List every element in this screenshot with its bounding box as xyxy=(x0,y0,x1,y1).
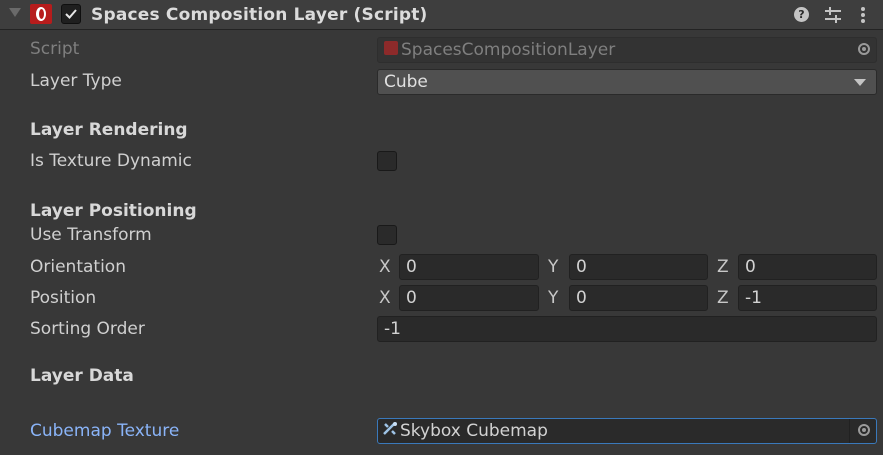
object-picker-icon[interactable] xyxy=(858,424,870,436)
layer-type-label: Layer Type xyxy=(30,71,122,91)
orientation-label: Orientation xyxy=(30,257,126,277)
checkmark-icon xyxy=(65,9,77,19)
more-options-icon[interactable] xyxy=(858,6,868,24)
position-x-label: X xyxy=(379,288,391,308)
orientation-y-label: Y xyxy=(548,257,559,277)
component-title: Spaces Composition Layer (Script) xyxy=(91,5,428,25)
spaces-logo-icon xyxy=(30,4,52,24)
dropdown-arrow-icon xyxy=(854,79,866,86)
layer-positioning-heading: Layer Positioning xyxy=(30,201,197,221)
script-label: Script xyxy=(30,39,80,59)
position-z-field[interactable]: -1 xyxy=(738,285,877,311)
cubemap-icon xyxy=(383,422,397,435)
cubemap-texture-label[interactable]: Cubemap Texture xyxy=(30,421,179,441)
cubemap-texture-value: Skybox Cubemap xyxy=(400,421,548,441)
layer-data-heading: Layer Data xyxy=(30,366,134,386)
help-icon[interactable]: ? xyxy=(794,7,809,22)
object-picker-icon xyxy=(858,43,870,55)
sorting-order-field[interactable]: -1 xyxy=(377,316,877,342)
orientation-x-label: X xyxy=(379,257,391,277)
position-z-label: Z xyxy=(717,288,729,308)
foldout-arrow-icon[interactable] xyxy=(9,8,21,17)
sorting-order-label: Sorting Order xyxy=(30,319,145,339)
position-x-field[interactable]: 0 xyxy=(399,285,539,311)
is-texture-dynamic-checkbox[interactable] xyxy=(377,151,397,171)
use-transform-label: Use Transform xyxy=(30,225,152,245)
position-y-field[interactable]: 0 xyxy=(569,285,708,311)
layer-type-dropdown[interactable]: Cube xyxy=(377,69,877,95)
layer-rendering-heading: Layer Rendering xyxy=(30,120,188,140)
orientation-z-label: Z xyxy=(717,257,729,277)
component-header[interactable]: Spaces Composition Layer (Script) ? xyxy=(0,0,883,30)
orientation-y-field[interactable]: 0 xyxy=(569,254,708,280)
orientation-z-field[interactable]: 0 xyxy=(738,254,877,280)
script-value: SpacesCompositionLayer xyxy=(401,40,616,60)
use-transform-checkbox[interactable] xyxy=(377,225,397,245)
component-enabled-checkbox[interactable] xyxy=(61,4,81,24)
position-y-label: Y xyxy=(548,288,559,308)
is-texture-dynamic-label: Is Texture Dynamic xyxy=(30,151,192,171)
presets-icon[interactable] xyxy=(824,6,842,24)
cubemap-texture-field[interactable]: Skybox Cubemap xyxy=(377,418,877,444)
script-icon xyxy=(384,41,398,55)
position-label: Position xyxy=(30,288,97,308)
orientation-x-field[interactable]: 0 xyxy=(399,254,539,280)
layer-type-value: Cube xyxy=(384,72,428,92)
picker-divider xyxy=(849,419,850,443)
script-field: SpacesCompositionLayer xyxy=(377,37,877,63)
inspector-component: Spaces Composition Layer (Script) ? Scri… xyxy=(0,0,883,455)
